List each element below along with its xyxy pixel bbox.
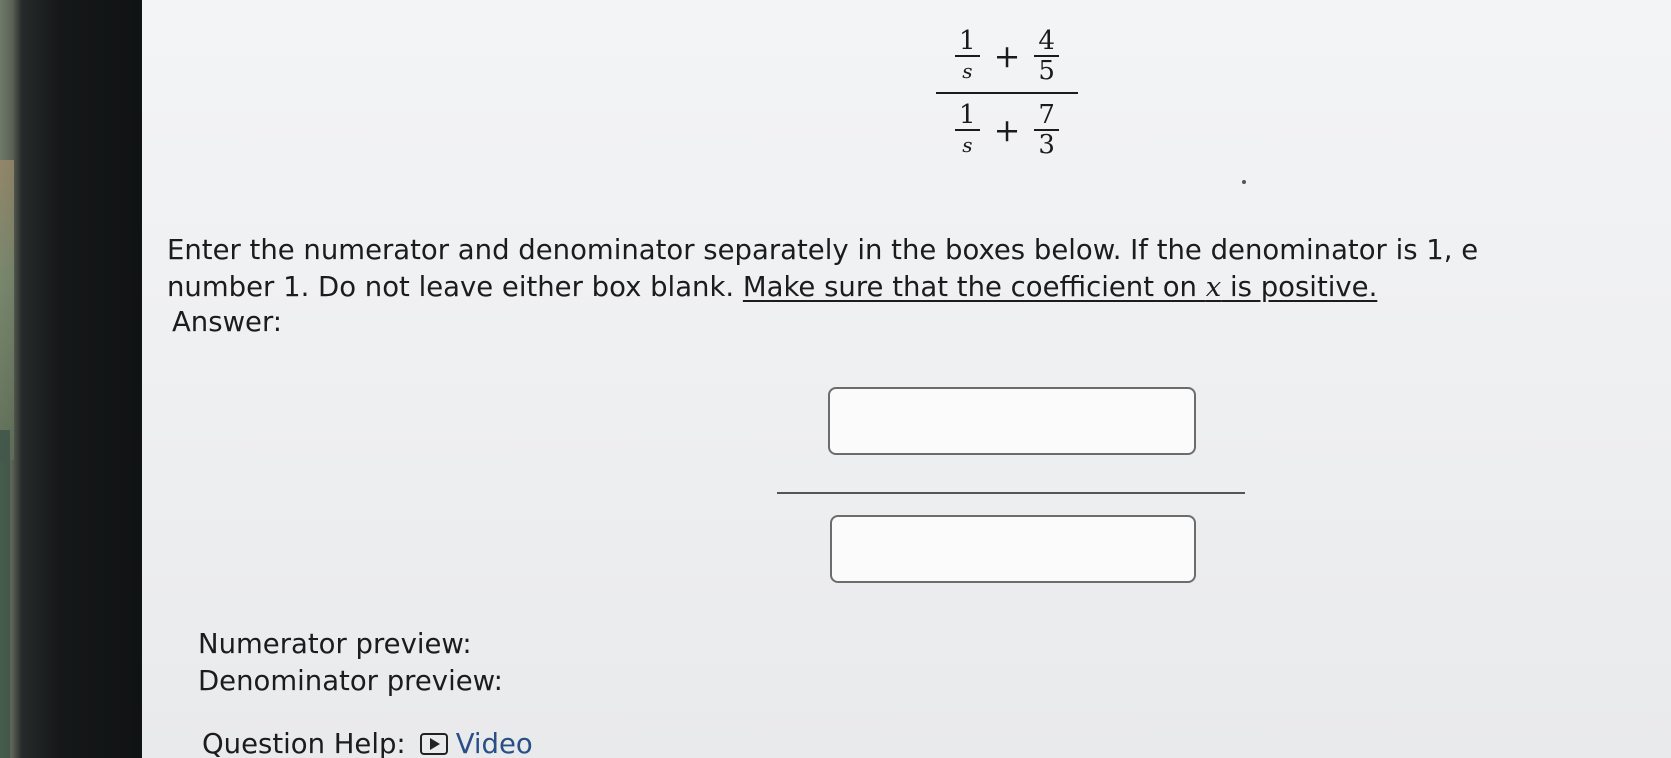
fraction-one-over-s-bottom: 1 s [955,101,980,159]
play-icon [419,733,448,755]
complex-fraction-expression: 1 s + 4 5 1 s + 7 3 [932,22,1082,164]
fraction-numerator: 1 [955,27,980,57]
video-help-link[interactable]: Video [419,728,533,758]
question-screen: 1 s + 4 5 1 s + 7 3 Enter the numerator … [142,0,1671,758]
fraction-four-fifths: 4 5 [1034,27,1059,85]
fraction-numerator: 4 [1034,27,1059,57]
fraction-denominator: 5 [1038,56,1055,86]
fraction-denominator: s [962,133,973,157]
expression-numerator: 1 s + 4 5 [932,22,1082,90]
instructions-plain: number 1. Do not leave either box blank. [167,271,743,303]
numerator-input[interactable] [828,387,1196,455]
question-help: Question Help: Video [202,728,533,758]
plus-sign: + [993,111,1021,149]
instructions-line-1: Enter the numerator and denominator sepa… [167,234,1479,266]
instructions-underline-b: is positive. [1221,271,1378,303]
fraction-seven-thirds: 7 3 [1034,101,1059,159]
fraction-one-over-s-top: 1 s [955,27,980,85]
denominator-preview-label: Denominator preview: [198,665,503,697]
expression-denominator: 1 s + 7 3 [932,96,1082,164]
fraction-denominator: s [962,59,973,83]
main-fraction-bar [936,92,1078,94]
instructions-line-2: number 1. Do not leave either box blank.… [167,269,1671,306]
fraction-numerator: 7 [1034,101,1059,131]
numerator-preview-label: Numerator preview: [198,628,472,660]
question-help-label: Question Help: [202,728,406,758]
variable-x: x [1205,271,1222,303]
fraction-denominator: 3 [1038,130,1055,160]
instructions-underline-a: Make sure that the coefficient on [742,271,1206,303]
monitor-bezel [0,0,150,758]
screen-speck [1242,180,1246,184]
answer-label: Answer: [172,306,283,338]
denominator-input[interactable] [830,515,1196,583]
video-link-label: Video [455,728,533,758]
answer-fraction-bar [777,492,1245,494]
instructions-text: Enter the numerator and denominator sepa… [167,232,1671,306]
instructions-underlined: Make sure that the coefficient on x is p… [743,271,1377,303]
plus-sign: + [993,37,1021,75]
fraction-numerator: 1 [955,101,980,131]
